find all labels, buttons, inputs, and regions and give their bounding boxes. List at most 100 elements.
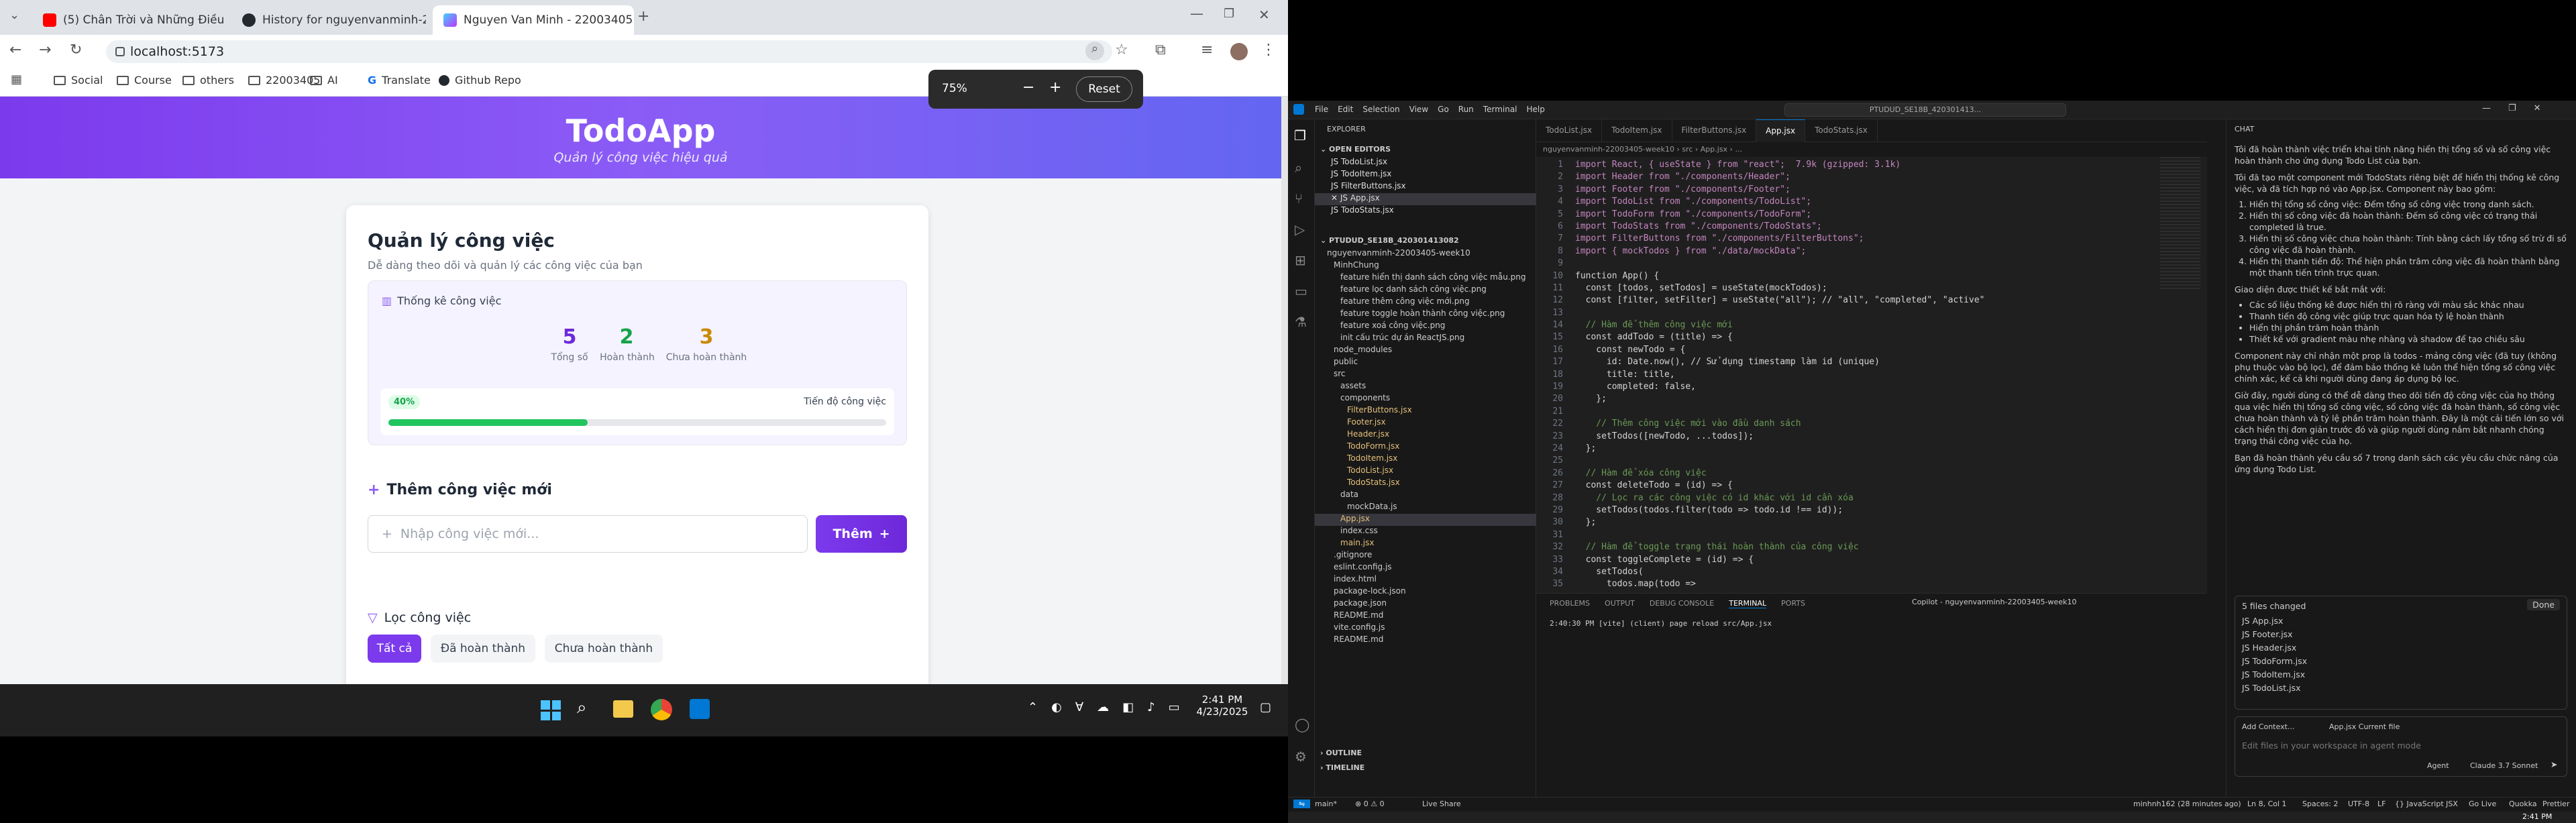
- open-editor-item[interactable]: JS TodoStats.jsx: [1315, 205, 1536, 217]
- avatar[interactable]: [1230, 43, 1248, 60]
- tree-item[interactable]: README.md: [1315, 610, 1536, 622]
- bookmark-github-repo[interactable]: Github Repo: [439, 74, 521, 87]
- tree-item[interactable]: components: [1315, 393, 1536, 405]
- model-select[interactable]: Claude 3.7 Sonnet: [2470, 760, 2538, 771]
- tree-item[interactable]: public: [1315, 357, 1536, 369]
- chrome-icon[interactable]: [651, 699, 672, 720]
- menu-lines-icon[interactable]: ≡: [1201, 42, 1213, 58]
- open-editor-item[interactable]: JS TodoItem.jsx: [1315, 169, 1536, 181]
- outline-header[interactable]: › OUTLINE: [1320, 749, 1362, 757]
- tree-item[interactable]: data: [1315, 490, 1536, 502]
- terminal-instance[interactable]: Copilot - nguyenvanminh-22003405-week10: [1912, 598, 2076, 606]
- menu-run[interactable]: Run: [1458, 105, 1474, 114]
- tree-item[interactable]: init cấu trúc dự án ReactJS.png: [1315, 333, 1536, 345]
- open-editors-header[interactable]: ⌄ OPEN EDITORS: [1320, 145, 1391, 154]
- maximize-icon[interactable]: ❐: [1224, 7, 1234, 21]
- filter-all-button[interactable]: Tất cả: [368, 635, 421, 663]
- menu-selection[interactable]: Selection: [1362, 105, 1399, 114]
- menu-help[interactable]: Help: [1527, 105, 1545, 114]
- address-bar[interactable]: localhost:5173: [106, 40, 1112, 63]
- tree-item[interactable]: App.jsx: [1315, 514, 1536, 526]
- gear-icon[interactable]: ⚙: [1295, 749, 1307, 765]
- tree-item[interactable]: TodoStats.jsx: [1315, 478, 1536, 490]
- tree-item[interactable]: mockData.js: [1315, 502, 1536, 514]
- minimize-icon[interactable]: —: [2482, 103, 2491, 113]
- minimize-icon[interactable]: —: [1190, 5, 1203, 21]
- new-tab-button[interactable]: +: [637, 8, 649, 25]
- explorer-icon[interactable]: ❐: [1294, 127, 1306, 144]
- tree-item[interactable]: TodoForm.jsx: [1315, 441, 1536, 453]
- breadcrumb[interactable]: nguyenvanminh-22003405-week10 › src › Ap…: [1543, 145, 1742, 154]
- tray-icons[interactable]: ⌃ ◐ ∀ ☁ ◧ ♪ ▭: [1028, 700, 1180, 714]
- done-button[interactable]: Done: [2527, 599, 2560, 610]
- search-icon[interactable]: ⌕: [577, 698, 587, 718]
- menu-go[interactable]: Go: [1438, 105, 1449, 114]
- language-status[interactable]: {} JavaScript JSX: [2395, 800, 2458, 808]
- tree-item[interactable]: index.css: [1315, 526, 1536, 538]
- remote-indicator[interactable]: ⇋: [1293, 800, 1311, 808]
- current-file-chip[interactable]: App.jsx Current file: [2329, 721, 2400, 732]
- tree-item[interactable]: main.jsx: [1315, 538, 1536, 550]
- bookmark-course[interactable]: Course: [117, 74, 172, 87]
- bookmark-ai[interactable]: AI: [310, 74, 338, 87]
- tree-item[interactable]: feature toggle hoàn thành công việc.png: [1315, 309, 1536, 321]
- encoding-status[interactable]: UTF-8: [2348, 800, 2369, 808]
- panel-tab[interactable]: DEBUG CONSOLE: [1650, 599, 1714, 608]
- tab-search-icon[interactable]: ⌄: [9, 8, 19, 22]
- tree-item[interactable]: package.json: [1315, 598, 1536, 610]
- add-todo-button[interactable]: Thêm +: [816, 515, 907, 553]
- menu-view[interactable]: View: [1409, 105, 1428, 114]
- notification-icon[interactable]: ▢: [1260, 700, 1271, 714]
- open-editor-item[interactable]: JS FilterButtons.jsx: [1315, 181, 1536, 193]
- tree-item[interactable]: index.html: [1315, 574, 1536, 586]
- menu-terminal[interactable]: Terminal: [1483, 105, 1517, 114]
- tree-item[interactable]: TodoItem.jsx: [1315, 453, 1536, 465]
- tree-item[interactable]: assets: [1315, 381, 1536, 393]
- start-icon[interactable]: [541, 700, 561, 720]
- remote-icon[interactable]: ▭: [1295, 283, 1307, 299]
- menu-file[interactable]: File: [1315, 105, 1328, 114]
- close-window-icon[interactable]: ✕: [1258, 7, 1270, 23]
- tree-item[interactable]: TodoList.jsx: [1315, 465, 1536, 478]
- maximize-icon[interactable]: ❐: [2508, 103, 2516, 113]
- apps-grid-icon[interactable]: ▦: [11, 72, 22, 87]
- editor-tab[interactable]: TodoStats.jsx: [1805, 119, 1878, 142]
- prettier-status[interactable]: Prettier: [2542, 800, 2569, 808]
- panel-tab[interactable]: PORTS: [1781, 599, 1805, 608]
- browser-tab-github[interactable]: History for nguyenvanminh-22003405 ✕: [231, 5, 426, 35]
- git-blame-status[interactable]: minhnh162 (28 minutes ago): [2133, 800, 2241, 808]
- agent-mode-select[interactable]: Agent: [2427, 760, 2449, 771]
- filter-completed-button[interactable]: Đã hoàn thành: [431, 635, 535, 663]
- editor-tab[interactable]: TodoList.jsx: [1536, 119, 1603, 142]
- changed-file-item[interactable]: JS App.jsx: [2242, 615, 2307, 628]
- indent-status[interactable]: Spaces: 2: [2302, 800, 2338, 808]
- editor-tab[interactable]: FilterButtons.jsx: [1672, 119, 1757, 142]
- eol-status[interactable]: LF: [2377, 800, 2385, 808]
- bookmark-translate[interactable]: G Translate: [368, 74, 431, 87]
- tree-item[interactable]: Footer.jsx: [1315, 417, 1536, 429]
- minimap[interactable]: [2160, 157, 2200, 291]
- filter-active-button[interactable]: Chưa hoàn thành: [545, 635, 663, 663]
- bookmark-star-icon[interactable]: ☆: [1115, 42, 1128, 58]
- changed-file-item[interactable]: JS TodoItem.jsx: [2242, 669, 2307, 682]
- add-context-button[interactable]: Add Context...: [2242, 721, 2294, 732]
- tree-item[interactable]: node_modules: [1315, 345, 1536, 357]
- vscode-icon[interactable]: [690, 699, 710, 719]
- clock[interactable]: 2:41 PM 4/23/2025: [1195, 694, 1249, 718]
- new-todo-input[interactable]: + Nhập công việc mới...: [368, 515, 808, 553]
- tree-item[interactable]: MinhChung: [1315, 260, 1536, 272]
- testing-icon[interactable]: ⚗: [1295, 314, 1307, 330]
- zoom-in-button[interactable]: +: [1049, 79, 1061, 96]
- panel-tab[interactable]: PROBLEMS: [1550, 599, 1590, 608]
- tree-item[interactable]: feature thêm công việc mới.png: [1315, 296, 1536, 309]
- tree-item[interactable]: README.md: [1315, 635, 1536, 647]
- changed-file-item[interactable]: JS TodoForm.jsx: [2242, 655, 2307, 669]
- run-debug-icon[interactable]: ▷: [1295, 221, 1305, 237]
- panel-tab[interactable]: TERMINAL: [1729, 599, 1767, 608]
- tree-item[interactable]: nguyenvanminh-22003405-week10: [1315, 248, 1536, 260]
- tree-item[interactable]: feature lọc danh sách công việc.png: [1315, 284, 1536, 296]
- open-editor-item[interactable]: JS TodoList.jsx: [1315, 157, 1536, 169]
- go-live-status[interactable]: Go Live: [2469, 800, 2496, 808]
- zoom-reset-button[interactable]: Reset: [1076, 76, 1132, 102]
- site-info-icon[interactable]: [115, 47, 125, 56]
